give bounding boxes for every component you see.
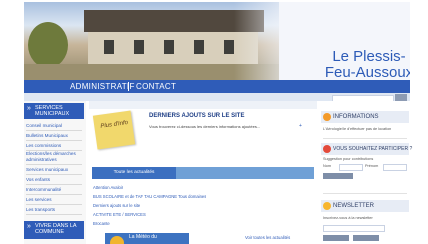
sidebar-item[interactable]: Les transports (26, 205, 82, 215)
window-shape (164, 40, 174, 54)
news-tabs: Toute les actualités (92, 167, 314, 179)
participate-label-nom: Nom (323, 164, 332, 168)
sticky-note-label: Plus d'Info (100, 120, 129, 130)
newsletter-icon (323, 202, 331, 210)
info-box-title: INFORMATIONS (333, 114, 379, 120)
participate-name-field[interactable] (339, 164, 363, 171)
news-item[interactable]: Brocante (93, 221, 110, 226)
info-box-text: L'Aérologie/Ie d'effectuer pas de locati… (323, 127, 392, 131)
newsletter-box-header: NEWSLETTER (321, 200, 409, 212)
newsletter-subscribe-button[interactable] (323, 235, 349, 241)
info-box-header: INFORMATIONS (321, 111, 409, 123)
chevron-right-icon: » (27, 223, 31, 230)
sidebar-section-label: SERVICES MUNICIPAUX (35, 105, 70, 117)
page: Le Plessis- Feu-Aussoux ADMINISTRATIF CO… (0, 0, 428, 244)
weather-icon (110, 236, 124, 244)
weather-promo-label: La Météo du (129, 234, 157, 240)
window-shape (194, 40, 204, 54)
news-item[interactable]: Derniers ajouts sur le site (93, 203, 140, 208)
nav-separator (128, 82, 129, 91)
latest-additions-title: DERNIERS AJOUTS SUR LE SITE (149, 113, 245, 119)
weather-promo-banner[interactable]: La Météo du (105, 233, 189, 244)
pin-icon (323, 145, 331, 153)
nav-item-contact[interactable]: CONTACT (136, 81, 176, 92)
sidebar-item[interactable]: Intercommunalité (26, 185, 82, 195)
site-title-line: Feu-Aussoux (324, 64, 410, 81)
sidebar-section-label: VIVRE DANS LA COMMUNE (35, 223, 77, 235)
participate-box-title: VOUS SOUHAITEZ PARTICIPER ? (333, 146, 413, 152)
all-news-link[interactable]: Voir toutes les actualités (245, 235, 290, 240)
read-more-link[interactable]: + (299, 124, 302, 129)
newsletter-unsubscribe-button[interactable] (353, 235, 379, 241)
header-fade (234, 2, 304, 80)
sidebar-item[interactable]: Vos enfants (26, 175, 82, 185)
sidebar-item[interactable]: Bulletins Municipaux (26, 131, 82, 141)
info-icon (323, 113, 331, 121)
tree-shape (28, 22, 68, 68)
participate-box-text: Suggestion pour contributions (323, 157, 374, 161)
newsletter-email-field[interactable] (323, 225, 385, 232)
participate-submit-button[interactable] (323, 173, 353, 179)
right-column: INFORMATIONS L'Aérologie/Ie d'effectuer … (319, 101, 413, 244)
site-title-line: Le Plessis- (332, 48, 406, 65)
sidebar-item[interactable]: Conseil municipal (26, 121, 82, 131)
search-button[interactable] (395, 94, 407, 101)
tab-all-news[interactable]: Toute les actualités (92, 167, 176, 179)
divider (323, 138, 407, 139)
sidebar-section-vivre[interactable]: » VIVRE DANS LA COMMUNE (24, 221, 84, 239)
site-header: Le Plessis- Feu-Aussoux (24, 2, 410, 80)
main-content: Plus d'Info DERNIERS AJOUTS SUR LE SITE … (89, 101, 317, 244)
site-title[interactable]: Le Plessis- Feu-Aussoux (314, 48, 410, 81)
news-item[interactable]: Attention Avaloir (93, 185, 123, 190)
sidebar-item[interactable]: Les commissions (26, 141, 82, 151)
newsletter-box-title: NEWSLETTER (333, 203, 375, 209)
latest-additions-text: Vous trouverez ci-dessous les derniers i… (149, 124, 261, 129)
participate-box-header: VOUS SOUHAITEZ PARTICIPER ? (321, 143, 413, 155)
sidebar-item[interactable]: Services municipaux (26, 165, 82, 175)
divider (323, 193, 407, 194)
sidebar-section-services[interactable]: » SERVICES MUNICIPAUX (24, 103, 84, 119)
chevron-right-icon: » (27, 105, 31, 112)
content-top-bar (89, 101, 317, 109)
window-shape (224, 40, 234, 54)
tab-secondary[interactable] (180, 167, 244, 179)
sidebar-item[interactable]: Les services (26, 195, 82, 205)
window-shape (134, 40, 144, 54)
nav-item-administratif[interactable]: ADMINISTRATIF (70, 81, 135, 92)
sticky-note-icon: Plus d'Info (92, 110, 136, 150)
participate-firstname-field[interactable] (383, 164, 407, 171)
news-item[interactable]: ACTIVITE ETE / SERVICES (93, 212, 146, 217)
tab-tertiary[interactable] (248, 167, 312, 179)
window-shape (104, 40, 114, 54)
participate-label-prenom: Prénom (365, 164, 379, 168)
main-nav: ADMINISTRATIF CONTACT (24, 80, 410, 93)
news-item[interactable]: BUS SCOLAIRE et de TAF TAU CAMPAGNE Tous… (93, 194, 206, 199)
sidebar-item[interactable]: Elections/les démarches administratives (26, 151, 82, 165)
sidebar: » SERVICES MUNICIPAUX Conseil municipal … (24, 101, 86, 244)
newsletter-box-text: Inscrivez-vous à la newsletter (323, 216, 373, 220)
